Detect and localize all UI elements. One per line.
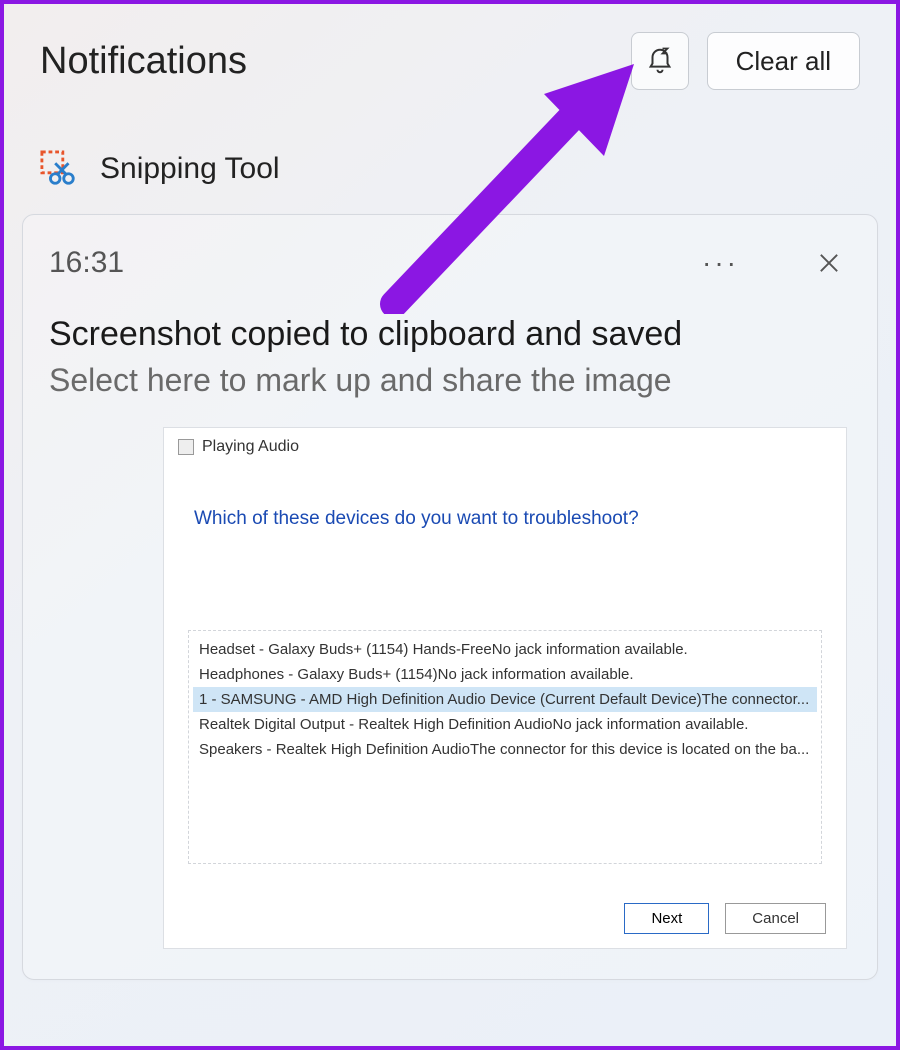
device-list-item[interactable]: Headphones - Galaxy Buds+ (1154)No jack … <box>193 662 817 687</box>
screenshot-thumbnail[interactable]: Playing Audio Which of these devices do … <box>163 427 847 949</box>
notifications-header: Notifications Clear all <box>4 4 896 100</box>
device-list: Headset - Galaxy Buds+ (1154) Hands-Free… <box>188 630 822 864</box>
notification-title: Screenshot copied to clipboard and saved <box>49 315 853 354</box>
more-options-button[interactable]: ··· <box>690 241 751 285</box>
dismiss-notification-button[interactable] <box>811 245 847 281</box>
thumb-window-title: Playing Audio <box>202 438 299 456</box>
notification-app-row: Snipping Tool <box>4 100 896 206</box>
thumb-button-row: Next Cancel <box>624 903 826 934</box>
thumb-window-header: Playing Audio <box>164 428 846 460</box>
snipping-tool-icon <box>40 150 78 188</box>
next-button[interactable]: Next <box>624 903 709 934</box>
notification-subtitle: Select here to mark up and share the ima… <box>49 362 853 399</box>
device-list-item[interactable]: 1 - SAMSUNG - AMD High Definition Audio … <box>193 687 817 712</box>
panel-title: Notifications <box>40 40 631 83</box>
notification-meta-row: 16:31 ··· <box>43 237 857 303</box>
notification-app-name: Snipping Tool <box>100 152 280 186</box>
thumb-heading: Which of these devices do you want to tr… <box>164 460 846 540</box>
notification-card[interactable]: 16:31 ··· Screenshot copied to clipboard… <box>22 214 878 980</box>
device-list-item[interactable]: Headset - Galaxy Buds+ (1154) Hands-Free… <box>193 637 817 662</box>
clear-all-label: Clear all <box>736 46 831 77</box>
cancel-button[interactable]: Cancel <box>725 903 826 934</box>
clear-all-button[interactable]: Clear all <box>707 32 860 90</box>
bell-snooze-icon <box>645 46 675 76</box>
device-list-item[interactable]: Realtek Digital Output - Realtek High De… <box>193 712 817 737</box>
notification-time: 16:31 <box>49 246 690 280</box>
close-icon <box>815 249 843 277</box>
window-icon <box>178 439 194 455</box>
do-not-disturb-button[interactable] <box>631 32 689 90</box>
device-list-item[interactable]: Speakers - Realtek High Definition Audio… <box>193 737 817 762</box>
